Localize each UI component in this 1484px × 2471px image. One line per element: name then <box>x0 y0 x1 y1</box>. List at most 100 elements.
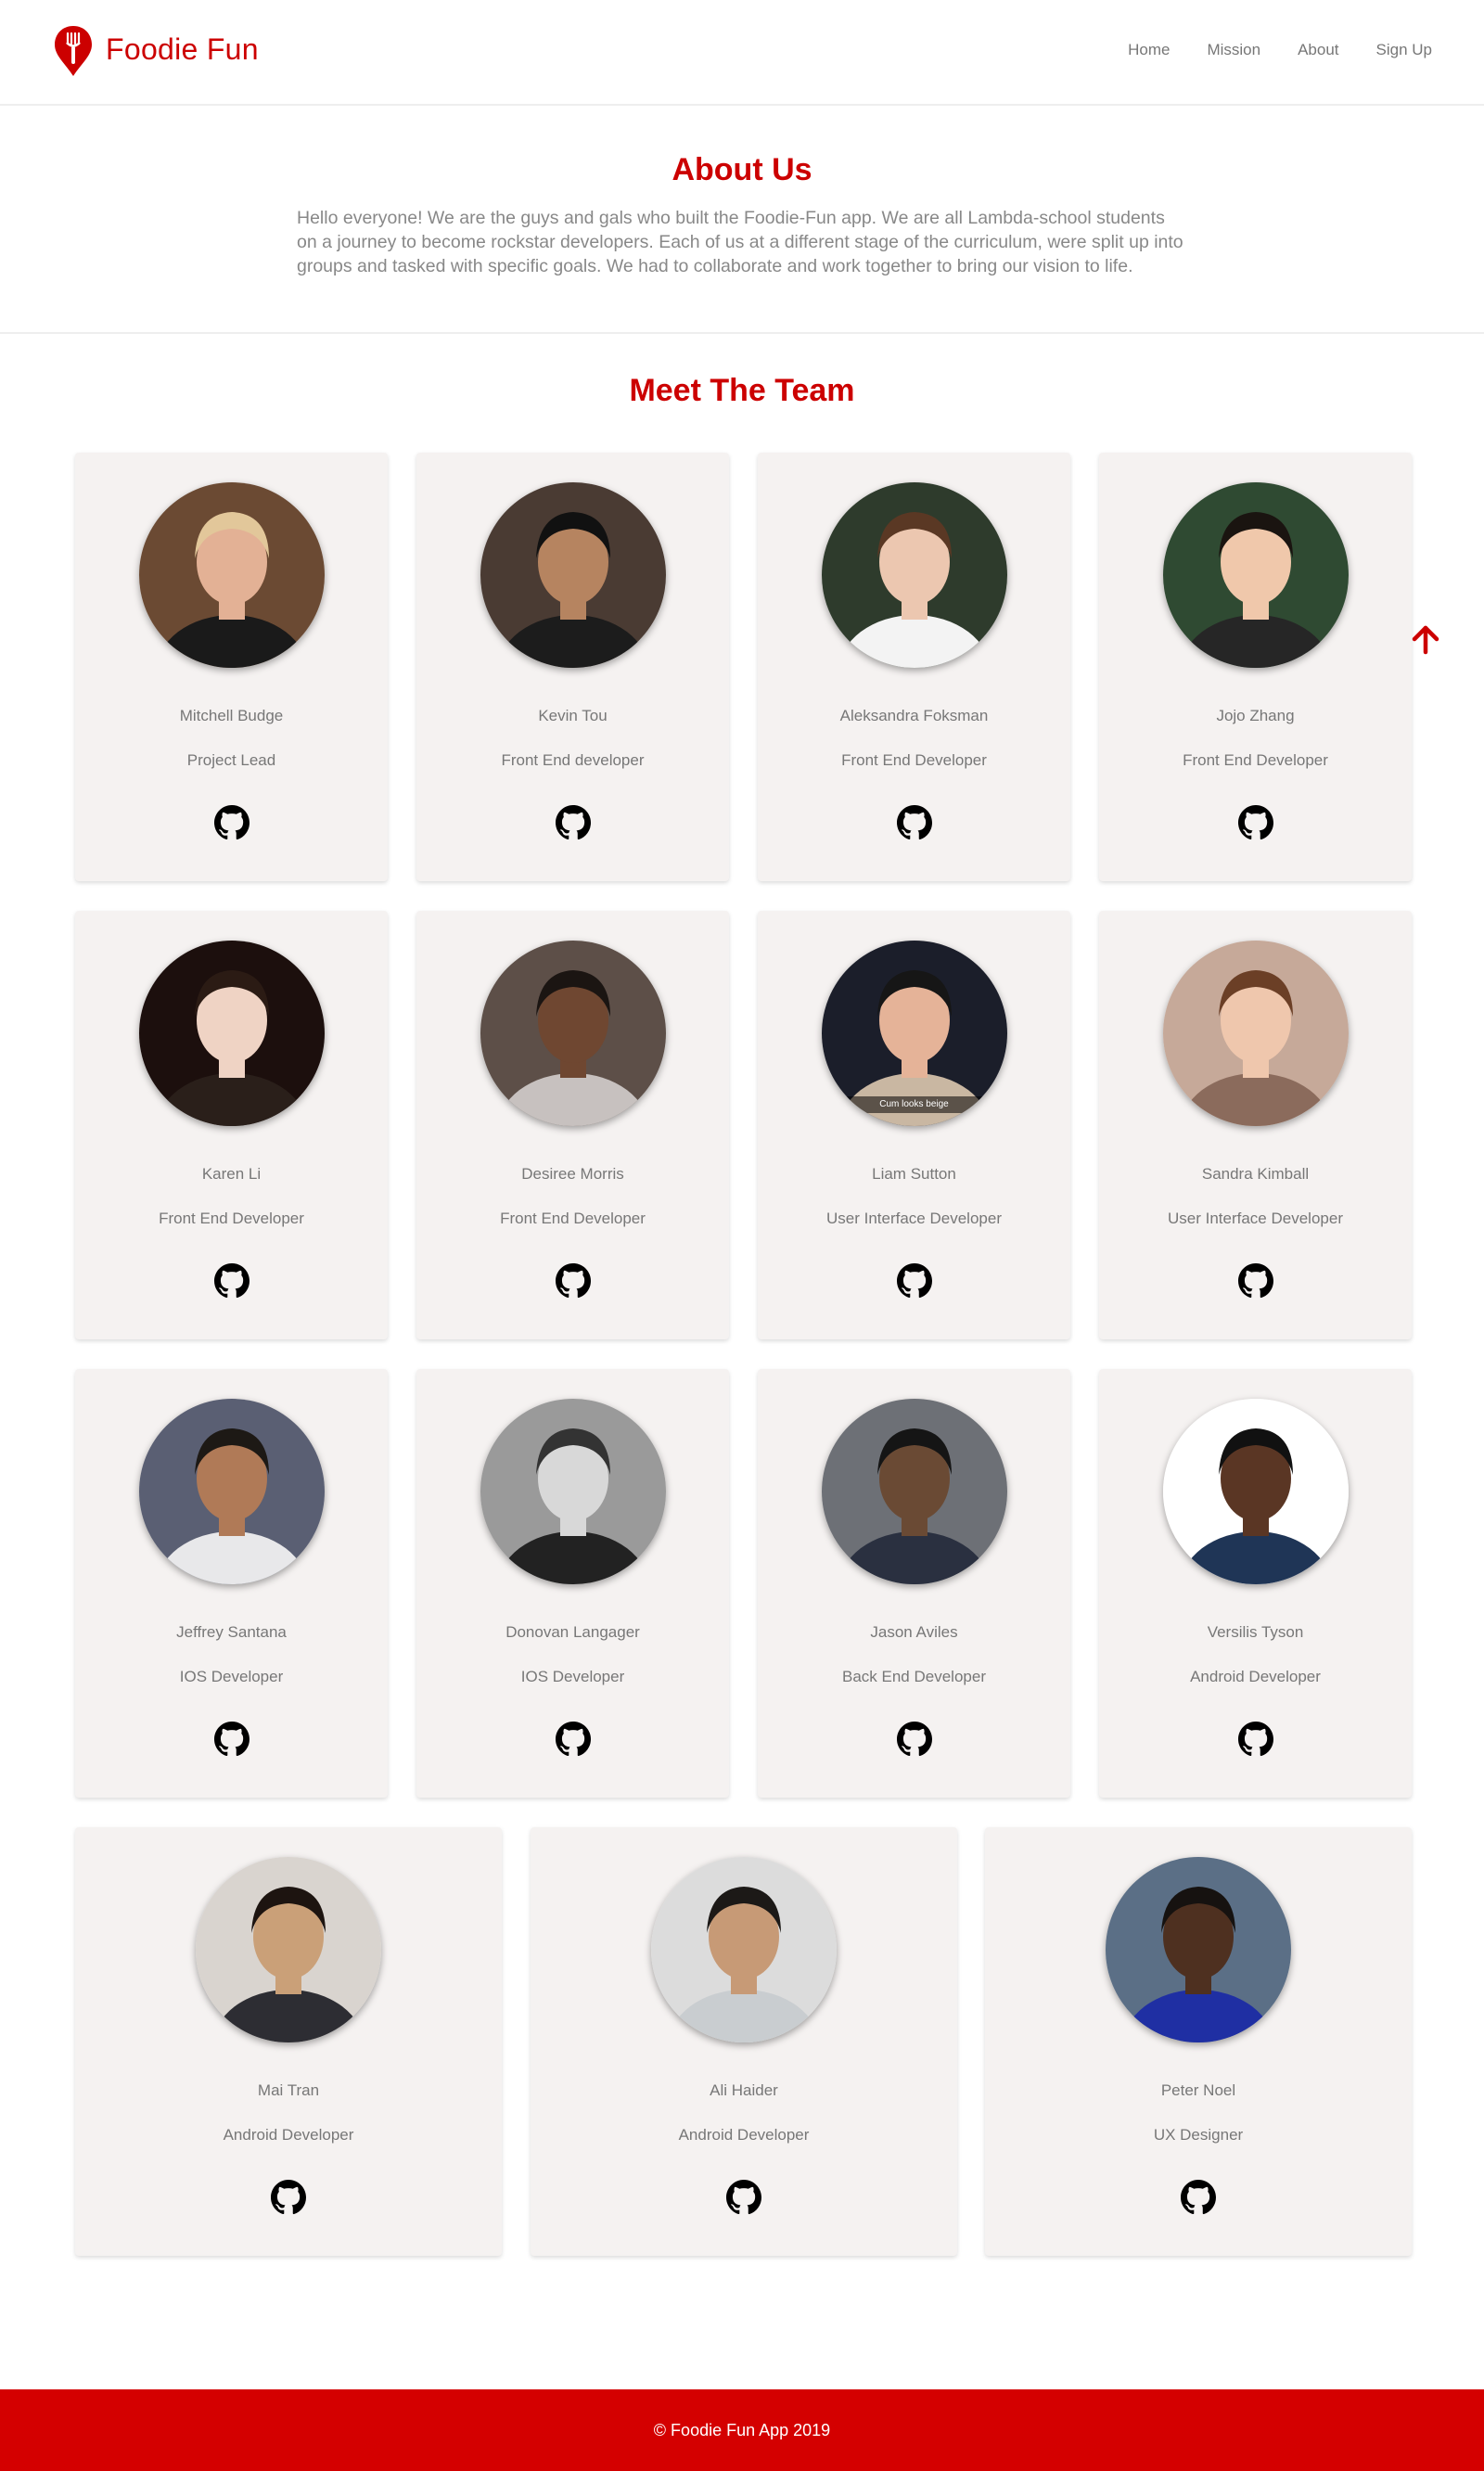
member-photo-image <box>138 1399 325 1584</box>
github-icon[interactable] <box>213 805 249 840</box>
member-name: Aleksandra Foksman <box>839 707 989 724</box>
github-icon[interactable] <box>213 1263 249 1299</box>
github-icon[interactable] <box>896 805 932 840</box>
member-role: IOS Developer <box>179 1668 284 1685</box>
footer-copyright: © Foodie Fun App 2019 <box>653 2421 831 2439</box>
team-member-card: Peter Noel UX Designer <box>985 1827 1412 2256</box>
team-member-card: Cum looks beige Liam Sutton User Interface… <box>758 911 1070 1339</box>
member-name: Kevin Tou <box>538 707 608 724</box>
member-photo-image <box>651 1857 837 2042</box>
member-photo <box>1162 941 1349 1126</box>
member-photo <box>138 1399 325 1584</box>
member-role: Front End Developer <box>841 751 987 769</box>
member-photo-image <box>1106 1857 1291 2042</box>
member-photo-image <box>1162 1399 1349 1584</box>
team-member-card: Karen Li Front End Developer <box>75 911 388 1339</box>
member-photo-image <box>138 482 325 668</box>
github-icon[interactable] <box>555 1722 591 1757</box>
team-member-card: Kevin Tou Front End developer <box>416 453 729 881</box>
member-name: Sandra Kimball <box>1201 1165 1310 1183</box>
member-name: Jeffrey Santana <box>176 1623 287 1641</box>
site-footer: © Foodie Fun App 2019 <box>0 2389 1484 2471</box>
member-photo-image <box>196 1857 381 2042</box>
about-text: Hello everyone! We are the guys and gals… <box>297 208 1183 276</box>
member-name: Jojo Zhang <box>1216 707 1295 724</box>
github-icon[interactable] <box>1181 2180 1216 2215</box>
member-role: Android Developer <box>223 2126 354 2144</box>
member-photo <box>821 1399 1007 1584</box>
member-photo <box>651 1857 837 2042</box>
member-photo <box>480 482 666 668</box>
member-name: Mitchell Budge <box>179 707 284 724</box>
nav-home-link[interactable]: Home <box>1128 41 1170 59</box>
github-icon[interactable] <box>555 805 591 840</box>
team-member-card: Sandra Kimball User Interface Developer <box>1099 911 1412 1339</box>
team-member-card: Mai Tran Android Developer <box>75 1827 502 2256</box>
member-photo <box>196 1857 381 2042</box>
member-photo <box>1162 482 1349 668</box>
member-name: Ali Haider <box>710 2081 778 2099</box>
member-role: Android Developer <box>1190 1668 1321 1685</box>
member-photo <box>138 941 325 1126</box>
github-icon[interactable] <box>1237 1263 1273 1299</box>
member-photo <box>480 1399 666 1584</box>
photo-caption: Cum looks beige <box>821 1096 1007 1113</box>
member-photo <box>480 941 666 1126</box>
team-member-card: Jeffrey Santana IOS Developer <box>75 1369 388 1798</box>
member-photo-image <box>1162 941 1349 1126</box>
about-section: About Us Hello everyone! We are the guys… <box>0 108 1484 334</box>
fork-pin-icon <box>55 26 92 76</box>
member-photo-image <box>480 941 666 1126</box>
member-role: Project Lead <box>186 751 276 769</box>
github-icon[interactable] <box>726 2180 761 2215</box>
main-nav: Home Mission About Sign Up <box>1091 41 1432 59</box>
team-member-card: Donovan Langager IOS Developer <box>416 1369 729 1798</box>
team-member-card: Mitchell Budge Project Lead <box>75 453 388 881</box>
member-name: Liam Sutton <box>872 1165 956 1183</box>
member-photo-image <box>480 482 666 668</box>
team-member-card: Jason Aviles Back End Developer <box>758 1369 1070 1798</box>
member-photo <box>821 482 1007 668</box>
brand-logo[interactable]: Foodie Fun <box>52 24 259 78</box>
brand-name: Foodie Fun <box>106 32 259 66</box>
github-icon[interactable] <box>896 1263 932 1299</box>
github-icon[interactable] <box>555 1263 591 1299</box>
site-header: Foodie Fun Home Mission About Sign Up <box>0 0 1484 106</box>
member-role: User Interface Developer <box>1168 1210 1343 1227</box>
member-role: User Interface Developer <box>826 1210 1002 1227</box>
github-icon[interactable] <box>1237 805 1273 840</box>
member-name: Peter Noel <box>1160 2081 1236 2099</box>
member-name: Karen Li <box>201 1165 262 1183</box>
nav-signup-link[interactable]: Sign Up <box>1376 41 1432 59</box>
team-member-card: Aleksandra Foksman Front End Developer <box>758 453 1070 881</box>
member-role: UX Designer <box>1153 2126 1244 2144</box>
member-photo-image <box>1162 482 1349 668</box>
member-role: Front End Developer <box>500 1210 646 1227</box>
team-member-card: Ali Haider Android Developer <box>531 1827 957 2256</box>
member-name: Desiree Morris <box>521 1165 624 1183</box>
github-icon[interactable] <box>1237 1722 1273 1757</box>
member-photo-image <box>480 1399 666 1584</box>
about-title: About Us <box>672 152 812 187</box>
nav-about-link[interactable]: About <box>1298 41 1338 59</box>
member-role: Front End developer <box>501 751 645 769</box>
member-role: IOS Developer <box>520 1668 625 1685</box>
member-name: Versilis Tyson <box>1207 1623 1304 1641</box>
nav-mission-link[interactable]: Mission <box>1207 41 1260 59</box>
member-photo-image <box>821 1399 1007 1584</box>
github-icon[interactable] <box>213 1722 249 1757</box>
team-member-card: Desiree Morris Front End Developer <box>416 911 729 1339</box>
member-photo <box>1162 1399 1349 1584</box>
member-photo: Cum looks beige <box>821 941 1007 1126</box>
member-role: Front End Developer <box>159 1210 304 1227</box>
member-role: Android Developer <box>678 2126 810 2144</box>
team-member-card: Versilis Tyson Android Developer <box>1099 1369 1412 1798</box>
member-photo <box>138 482 325 668</box>
member-role: Front End Developer <box>1183 751 1328 769</box>
github-icon[interactable] <box>271 2180 306 2215</box>
member-photo <box>1106 1857 1291 2042</box>
member-name: Donovan Langager <box>505 1623 640 1641</box>
team-title: Meet The Team <box>629 373 855 408</box>
github-icon[interactable] <box>896 1722 932 1757</box>
arrow-up-icon[interactable] <box>1410 624 1441 656</box>
